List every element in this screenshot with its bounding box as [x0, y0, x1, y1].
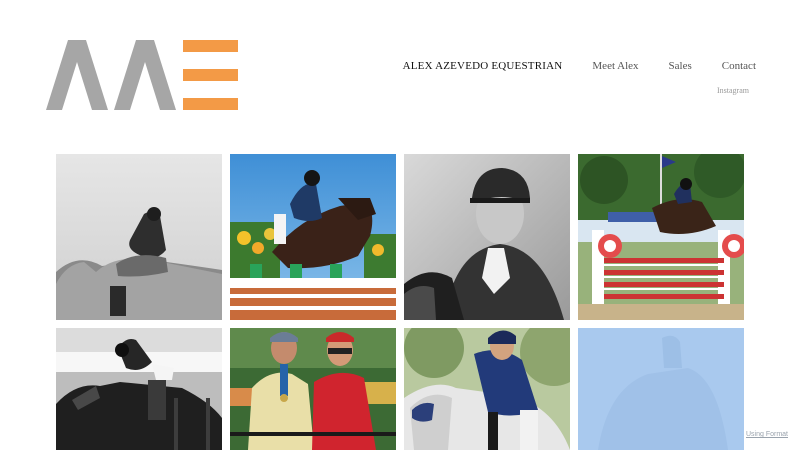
nav-sales[interactable]: Sales [669, 60, 692, 72]
main-nav: ALEX AZEVEDO EQUESTRIAN Meet Alex Sales … [403, 60, 756, 72]
gallery-photo-5[interactable] [56, 328, 222, 450]
gallery-photo-6[interactable] [230, 328, 396, 450]
logo-letter-a-left [46, 40, 108, 110]
logo-e-bar-bottom [183, 98, 238, 110]
nav-contact[interactable]: Contact [722, 60, 756, 72]
gallery-photo-7[interactable] [404, 328, 570, 450]
nav-home[interactable]: ALEX AZEVEDO EQUESTRIAN [403, 60, 563, 72]
brand-logo[interactable] [46, 40, 240, 110]
logo-letter-a-right [114, 40, 176, 110]
gallery-photo-2[interactable] [230, 154, 396, 320]
logo-e-bar-top [183, 40, 238, 52]
nav-instagram[interactable]: Instagram [717, 86, 749, 95]
gallery-photo-3[interactable] [404, 154, 570, 320]
gallery-photo-4[interactable] [578, 154, 744, 320]
gallery-photo-8[interactable] [578, 328, 744, 450]
gallery-photo-1[interactable] [56, 154, 222, 320]
format-credit-link[interactable]: Using Format [746, 431, 788, 438]
logo-e-bar-middle [183, 69, 238, 81]
nav-meet-alex[interactable]: Meet Alex [592, 60, 638, 72]
